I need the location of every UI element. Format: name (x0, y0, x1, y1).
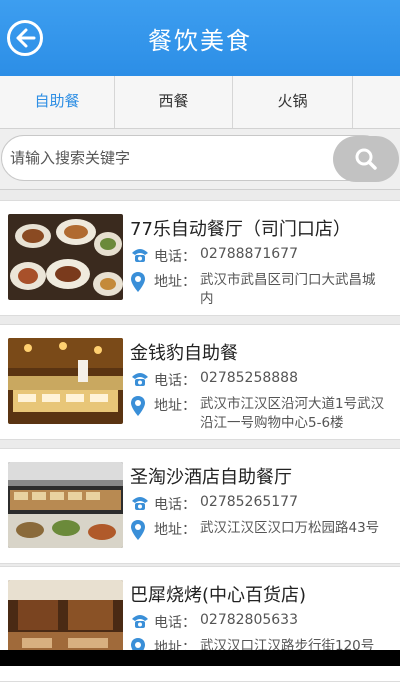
phone-number[interactable]: 02785265177 (200, 494, 298, 510)
restaurant-name: 77乐自动餐厅（司门口店） (130, 219, 351, 240)
search-input[interactable]: 请输入搜索关键字 (1, 135, 386, 181)
address-line: 沿江一号购物中心5-6楼 (200, 415, 344, 431)
address-text: 武汉江汉区汉口万松园路43号 (200, 519, 400, 538)
restaurant-thumbnail (8, 338, 123, 424)
restaurant-name: 金钱豹自助餐 (130, 343, 238, 364)
address-label: 地址： (154, 522, 196, 538)
address-line: 内 (200, 291, 214, 307)
tab-hotpot[interactable]: 火锅 (233, 76, 353, 128)
page-title: 餐饮美食 (148, 27, 252, 55)
list-item[interactable]: 77乐自动餐厅（司门口店） 电话： 02788871677 地址： 武汉市武昌区… (0, 200, 400, 316)
location-pin-icon (131, 520, 145, 540)
restaurant-name: 巴犀烧烤(中心百货店) (130, 585, 307, 606)
phone-icon (132, 615, 148, 628)
tab-western[interactable]: 西餐 (115, 76, 233, 128)
tab-noodles[interactable]: 面 (353, 76, 400, 128)
tab-buffet[interactable]: 自助餐 (0, 76, 115, 128)
list-item[interactable]: 金钱豹自助餐 电话： 02785258888 地址： 武汉市江汉区沿河大道1号武… (0, 324, 400, 440)
phone-label: 电话： (154, 497, 196, 513)
phone-label: 电话： (154, 373, 196, 389)
search-button[interactable] (333, 136, 399, 182)
location-pin-icon (131, 272, 145, 292)
category-tabs: 自助餐 西餐 火锅 面 (0, 76, 400, 129)
phone-icon (132, 373, 148, 386)
phone-label: 电话： (154, 249, 196, 265)
phone-icon (132, 249, 148, 262)
list-item[interactable]: 圣淘沙酒店自助餐厅 电话： 02785265177 地址： 武汉江汉区汉口万松园… (0, 448, 400, 564)
address-text: 武汉市江汉区沿河大道1号武汉 沿江一号购物中心5-6楼 (200, 395, 400, 433)
phone-number[interactable]: 02785258888 (200, 370, 298, 386)
search-icon (355, 148, 377, 170)
phone-label: 电话： (154, 615, 196, 631)
address-label: 地址： (154, 274, 196, 290)
address-line: 武汉市武昌区司门口大武昌城 (200, 272, 376, 288)
restaurant-thumbnail (8, 214, 123, 300)
address-line: 武汉市江汉区沿河大道1号武汉 (200, 396, 385, 412)
restaurant-thumbnail (8, 462, 123, 548)
location-pin-icon (131, 396, 145, 416)
phone-number[interactable]: 02788871677 (200, 246, 298, 262)
address-text: 武汉市武昌区司门口大武昌城 内 (200, 271, 400, 309)
phone-icon (132, 497, 148, 510)
header-bar: 餐饮美食 (0, 0, 400, 76)
address-line: 武汉江汉区汉口万松园路43号 (200, 520, 380, 536)
system-nav-bar (0, 650, 400, 666)
restaurant-name: 圣淘沙酒店自助餐厅 (130, 467, 292, 488)
address-label: 地址： (154, 398, 196, 414)
phone-number[interactable]: 02782805633 (200, 612, 298, 628)
